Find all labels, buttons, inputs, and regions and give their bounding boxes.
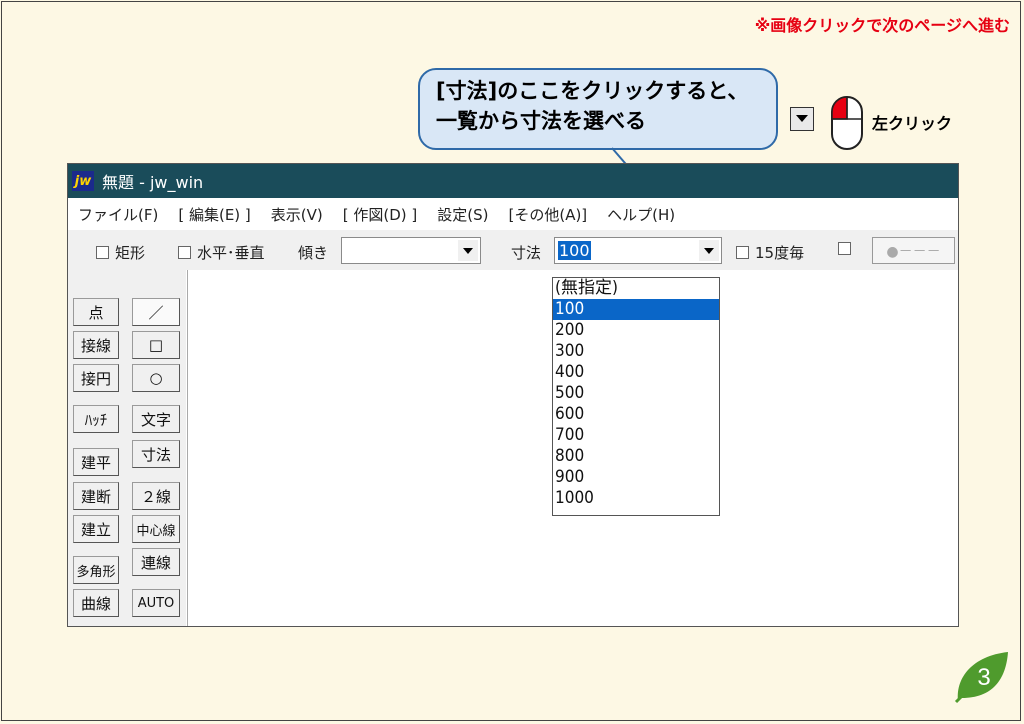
menu-edit[interactable]: [ 編集(E) ] — [178, 204, 250, 225]
hv-checkbox[interactable]: 水平･垂直 — [178, 242, 265, 263]
tool-building-plan[interactable]: 建平 — [73, 448, 119, 476]
dim-label: 寸法 — [511, 244, 542, 262]
page-number-badge: 3 — [952, 648, 1012, 708]
menu-file[interactable]: ファイル(F) — [78, 204, 158, 225]
tool-center-line[interactable]: 中心線 — [132, 515, 180, 543]
deg15-check-box[interactable] — [736, 246, 749, 259]
option-200[interactable]: 200 — [553, 320, 719, 341]
option-unspecified[interactable]: (無指定) — [553, 278, 719, 299]
tool-continuous-line[interactable]: 連線 — [132, 548, 180, 576]
menu-settings[interactable]: 設定(S) — [437, 204, 488, 225]
option-500[interactable]: 500 — [553, 383, 719, 404]
tilt-dropdown-arrow-icon[interactable] — [458, 240, 478, 261]
tool-line[interactable]: ／ — [132, 298, 180, 326]
dim-combo[interactable]: 100 — [554, 237, 722, 264]
rect-label: 矩形 — [115, 244, 146, 262]
title-bar: jw 無題 - jw_win — [68, 164, 958, 198]
tool-polygon[interactable]: 多角形 — [73, 556, 119, 584]
tool-text[interactable]: 文字 — [132, 405, 180, 433]
tool-palette: 点 接線 接円 ﾊｯﾁ 建平 建断 建立 多角形 曲線 ／ □ ○ 文字 寸法 … — [68, 270, 186, 626]
tool-tangent-line[interactable]: 接線 — [73, 331, 119, 359]
legend-dropdown-icon — [790, 107, 814, 131]
menu-view[interactable]: 表示(V) — [271, 204, 323, 225]
tool-building-section[interactable]: 建断 — [73, 482, 119, 510]
hv-label: 水平･垂直 — [197, 244, 265, 262]
tool-building-elevation[interactable]: 建立 — [73, 515, 119, 543]
option-700[interactable]: 700 — [553, 425, 719, 446]
tool-point[interactable]: 点 — [73, 298, 119, 326]
menu-other[interactable]: [その他(A)] — [508, 204, 587, 225]
tool-circle[interactable]: ○ — [132, 364, 180, 392]
option-600[interactable]: 600 — [553, 404, 719, 425]
dim-value: 100 — [558, 241, 591, 260]
tool-rectangle[interactable]: □ — [132, 331, 180, 359]
menu-bar: ファイル(F) [ 編集(E) ] 表示(V) [ 作図(D) ] 設定(S) … — [68, 198, 958, 230]
tool-double-line[interactable]: ２線 — [132, 482, 180, 510]
tilt-combo[interactable] — [341, 237, 481, 264]
dimension-dropdown-list: (無指定) 100 200 300 400 500 600 700 800 90… — [552, 277, 720, 516]
page-number: 3 — [977, 664, 990, 691]
deg15-checkbox[interactable]: 15度毎 — [736, 242, 804, 263]
rect-check-box[interactable] — [96, 246, 109, 259]
jw-win-window: jw 無題 - jw_win ファイル(F) [ 編集(E) ] 表示(V) [… — [67, 163, 959, 627]
tool-dimension[interactable]: 寸法 — [132, 440, 180, 468]
menu-help[interactable]: ヘルプ(H) — [607, 204, 675, 225]
option-800[interactable]: 800 — [553, 446, 719, 467]
option-1000[interactable]: 1000 — [553, 488, 719, 509]
option-400[interactable]: 400 — [553, 362, 719, 383]
option-300[interactable]: 300 — [553, 341, 719, 362]
hv-check-box[interactable] — [178, 246, 191, 259]
menu-draw[interactable]: [ 作図(D) ] — [343, 204, 418, 225]
line-style-button[interactable]: ●－－－ — [872, 237, 955, 264]
jw-app-icon: jw — [72, 171, 94, 191]
left-click-mouse-icon — [830, 95, 864, 155]
tool-auto[interactable]: AUTO — [132, 589, 180, 617]
rect-checkbox[interactable]: 矩形 — [96, 242, 145, 263]
control-toolbar: 矩形 水平･垂直 傾き 寸法 100 15度毎 ●－－－ — [68, 230, 958, 270]
tool-tangent-circle[interactable]: 接円 — [73, 364, 119, 392]
deg15-label: 15度毎 — [755, 244, 805, 262]
extra-checkbox[interactable] — [838, 242, 857, 255]
option-100[interactable]: 100 — [553, 299, 719, 320]
tool-curve[interactable]: 曲線 — [73, 589, 119, 617]
dim-dropdown-arrow-icon[interactable] — [699, 240, 719, 261]
option-900[interactable]: 900 — [553, 467, 719, 488]
extra-check-box[interactable] — [838, 242, 851, 255]
tool-hatch[interactable]: ﾊｯﾁ — [73, 405, 119, 433]
tilt-label: 傾き — [298, 244, 329, 262]
left-click-label: 左クリック — [872, 114, 953, 133]
window-title: 無題 - jw_win — [102, 173, 204, 192]
